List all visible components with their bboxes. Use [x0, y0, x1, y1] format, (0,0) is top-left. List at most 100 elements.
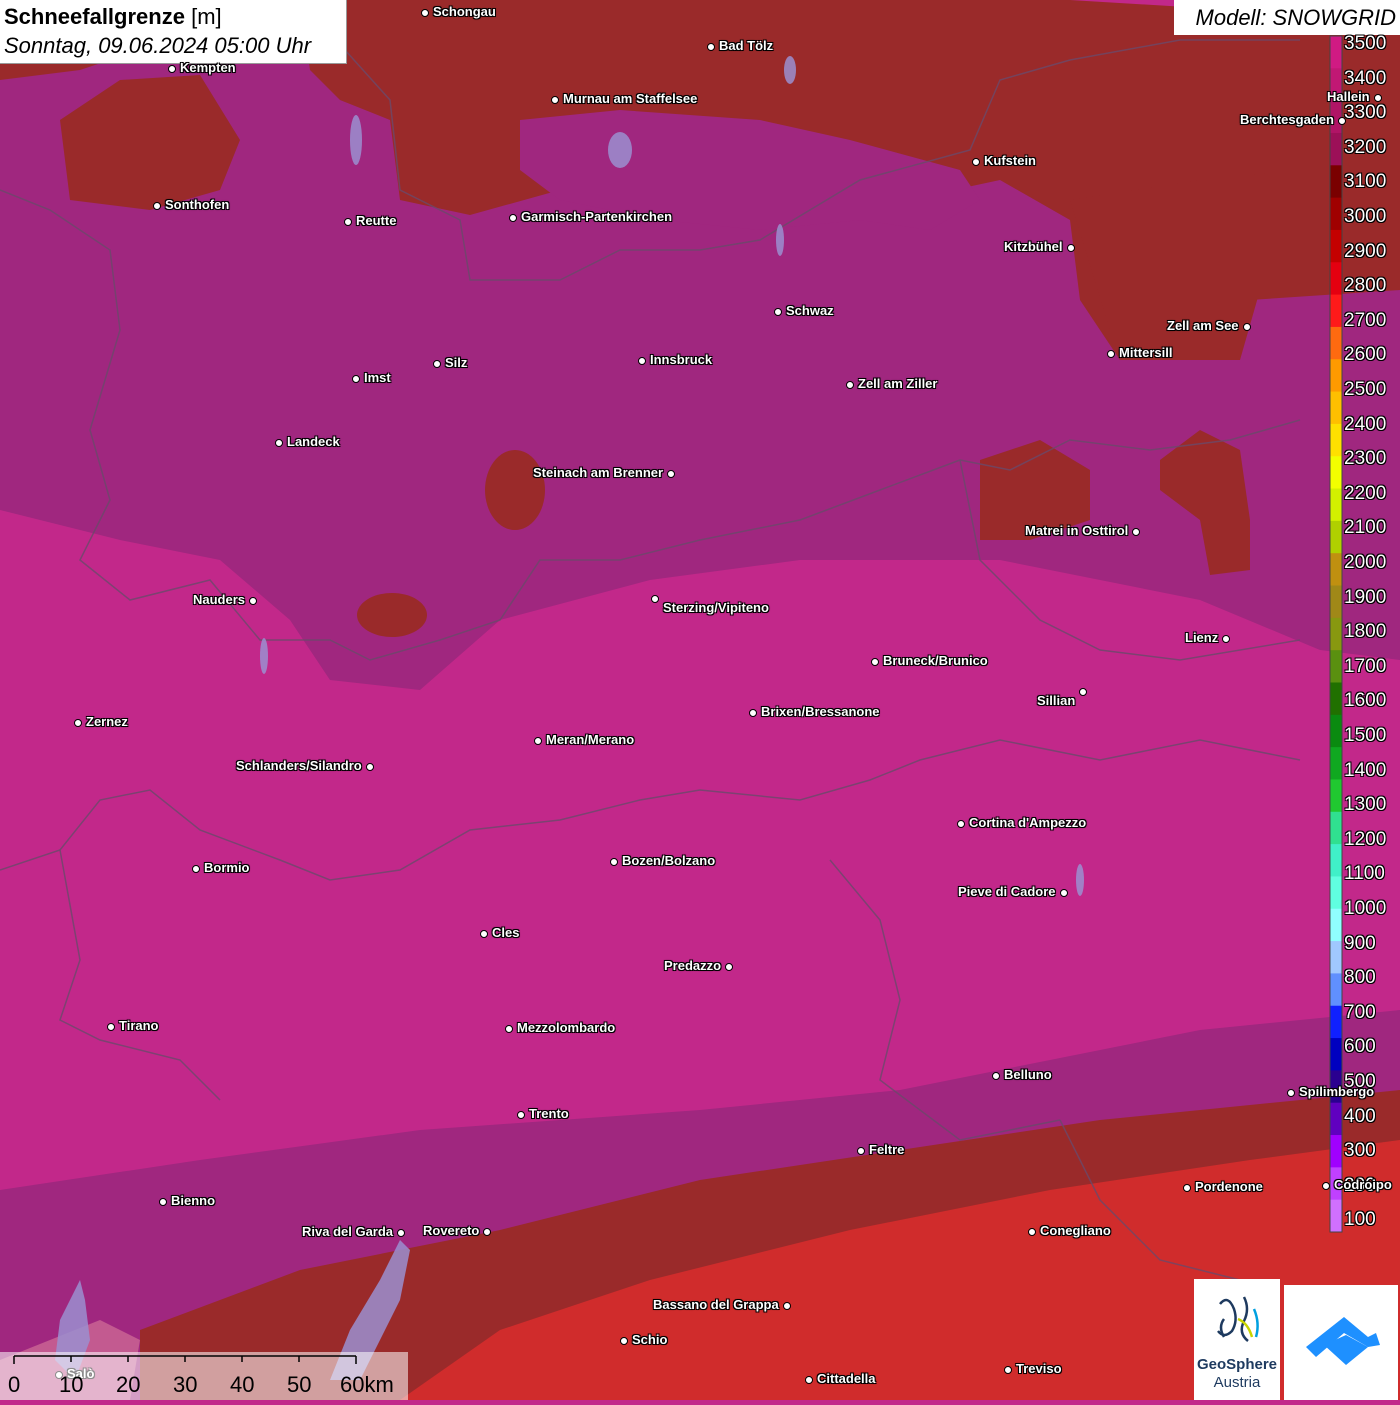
city-label: Cortina d'Ampezzo — [969, 815, 1087, 830]
legend-swatch — [1330, 682, 1342, 716]
city-marker — [1322, 1182, 1330, 1190]
city-label: Landeck — [287, 434, 340, 449]
city-marker — [992, 1072, 1000, 1080]
city-label: Cles — [492, 925, 520, 940]
legend-label: 2000 — [1344, 552, 1387, 573]
legend-label: 2200 — [1344, 482, 1387, 504]
city-label: Berchtesgaden — [1240, 112, 1334, 127]
legend-label: 2800 — [1344, 275, 1387, 297]
city-label: Nauders — [193, 592, 246, 607]
city-label: Schio — [632, 1332, 668, 1347]
legend-swatch — [1330, 520, 1342, 554]
legend-swatch — [1330, 876, 1342, 910]
city-label: Kitzbühel — [1004, 239, 1063, 254]
city-marker — [397, 1229, 405, 1237]
scale-label: 30 — [173, 1372, 198, 1397]
city-marker — [1107, 350, 1115, 358]
legend-swatch — [1330, 585, 1342, 619]
city-label: Zell am See — [1167, 318, 1239, 333]
city-label: Tirano — [119, 1018, 159, 1033]
city-label: Mezzolombardo — [517, 1020, 616, 1035]
legend-swatch — [1330, 132, 1342, 166]
legend-swatch — [1330, 326, 1342, 360]
city-marker — [707, 43, 715, 51]
geosphere-logo-subtext: Austria — [1213, 1374, 1261, 1391]
city-marker — [1067, 244, 1075, 252]
legend-label: 1700 — [1344, 655, 1387, 677]
city-marker — [1374, 94, 1382, 102]
city-marker — [1243, 323, 1251, 331]
city-label: Bad Tölz — [719, 38, 774, 53]
city-label: Sillian — [1037, 693, 1076, 708]
legend-label: 3400 — [1344, 67, 1387, 89]
city-marker — [1004, 1366, 1012, 1374]
city-marker — [433, 360, 441, 368]
legend-label: 1600 — [1344, 690, 1387, 712]
city-marker — [534, 737, 542, 745]
city-marker — [610, 858, 618, 866]
legend-swatch — [1330, 36, 1342, 69]
city-label: Murnau am Staffelsee — [563, 91, 698, 106]
city-marker — [667, 470, 675, 478]
legend-swatch — [1330, 1038, 1342, 1071]
city-marker — [366, 763, 374, 771]
city-label: Feltre — [869, 1142, 905, 1157]
legend-label: 1200 — [1344, 828, 1387, 850]
city-marker — [1132, 528, 1140, 536]
city-label: Pieve di Cadore — [958, 884, 1056, 899]
city-label: Mittersill — [1119, 345, 1173, 360]
legend-label: 3000 — [1344, 206, 1387, 227]
city-label: Bassano del Grappa — [653, 1297, 779, 1312]
legend-label: 2300 — [1344, 448, 1387, 470]
map-zone-red-steinach — [485, 450, 545, 530]
legend-swatch — [1330, 165, 1342, 199]
city-label: Schongau — [433, 4, 496, 19]
legend-label: 2500 — [1344, 379, 1387, 400]
city-label: Cittadella — [817, 1371, 876, 1386]
title-parameter: Schneefallgrenze — [4, 4, 185, 29]
city-label: Brixen/Bressanone — [761, 704, 880, 719]
city-marker — [551, 96, 559, 104]
legend-label: 100 — [1344, 1209, 1376, 1231]
city-label: Lienz — [1185, 630, 1219, 645]
city-marker — [249, 597, 257, 605]
city-marker — [1183, 1184, 1191, 1192]
city-marker — [509, 214, 517, 222]
city-label: Garmisch-Partenkirchen — [521, 209, 673, 224]
legend-label: 1400 — [1344, 759, 1387, 781]
legend-label: 400 — [1344, 1105, 1376, 1127]
city-label: Kufstein — [984, 153, 1036, 168]
city-marker — [480, 930, 488, 938]
city-label: Silz — [445, 355, 468, 370]
legend-swatch — [1330, 391, 1342, 425]
legend-label: 600 — [1344, 1036, 1376, 1058]
legend-swatch — [1330, 844, 1342, 877]
legend-label: 2100 — [1344, 517, 1387, 539]
legend-swatch — [1330, 197, 1342, 231]
city-label: Schwaz — [786, 303, 834, 318]
city-marker — [192, 865, 200, 873]
city-marker — [957, 820, 965, 828]
city-marker — [857, 1147, 865, 1155]
legend-swatch — [1330, 294, 1342, 328]
city-marker — [275, 439, 283, 447]
city-marker — [1060, 889, 1068, 897]
city-label: Rovereto — [423, 1223, 480, 1238]
title-box: Schneefallgrenze [m] Sonntag, 09.06.2024… — [0, 0, 347, 64]
legend-label: 3200 — [1344, 136, 1387, 158]
legend-label: 3300 — [1344, 102, 1387, 124]
city-marker — [774, 308, 782, 316]
legend-swatch — [1330, 1135, 1342, 1168]
city-marker — [805, 1376, 813, 1384]
legend-label: 1300 — [1344, 794, 1387, 816]
city-label: Bienno — [171, 1193, 216, 1208]
legend-swatch — [1330, 747, 1342, 780]
legend-swatch — [1330, 229, 1342, 263]
legend-label: 3500 — [1344, 33, 1387, 54]
legend-swatch — [1330, 941, 1342, 974]
city-marker — [421, 9, 429, 17]
scale-label: 40 — [230, 1372, 255, 1397]
legend-swatch — [1330, 262, 1342, 296]
city-label: Imst — [364, 370, 391, 385]
city-label: Spilimbergo — [1299, 1084, 1375, 1099]
